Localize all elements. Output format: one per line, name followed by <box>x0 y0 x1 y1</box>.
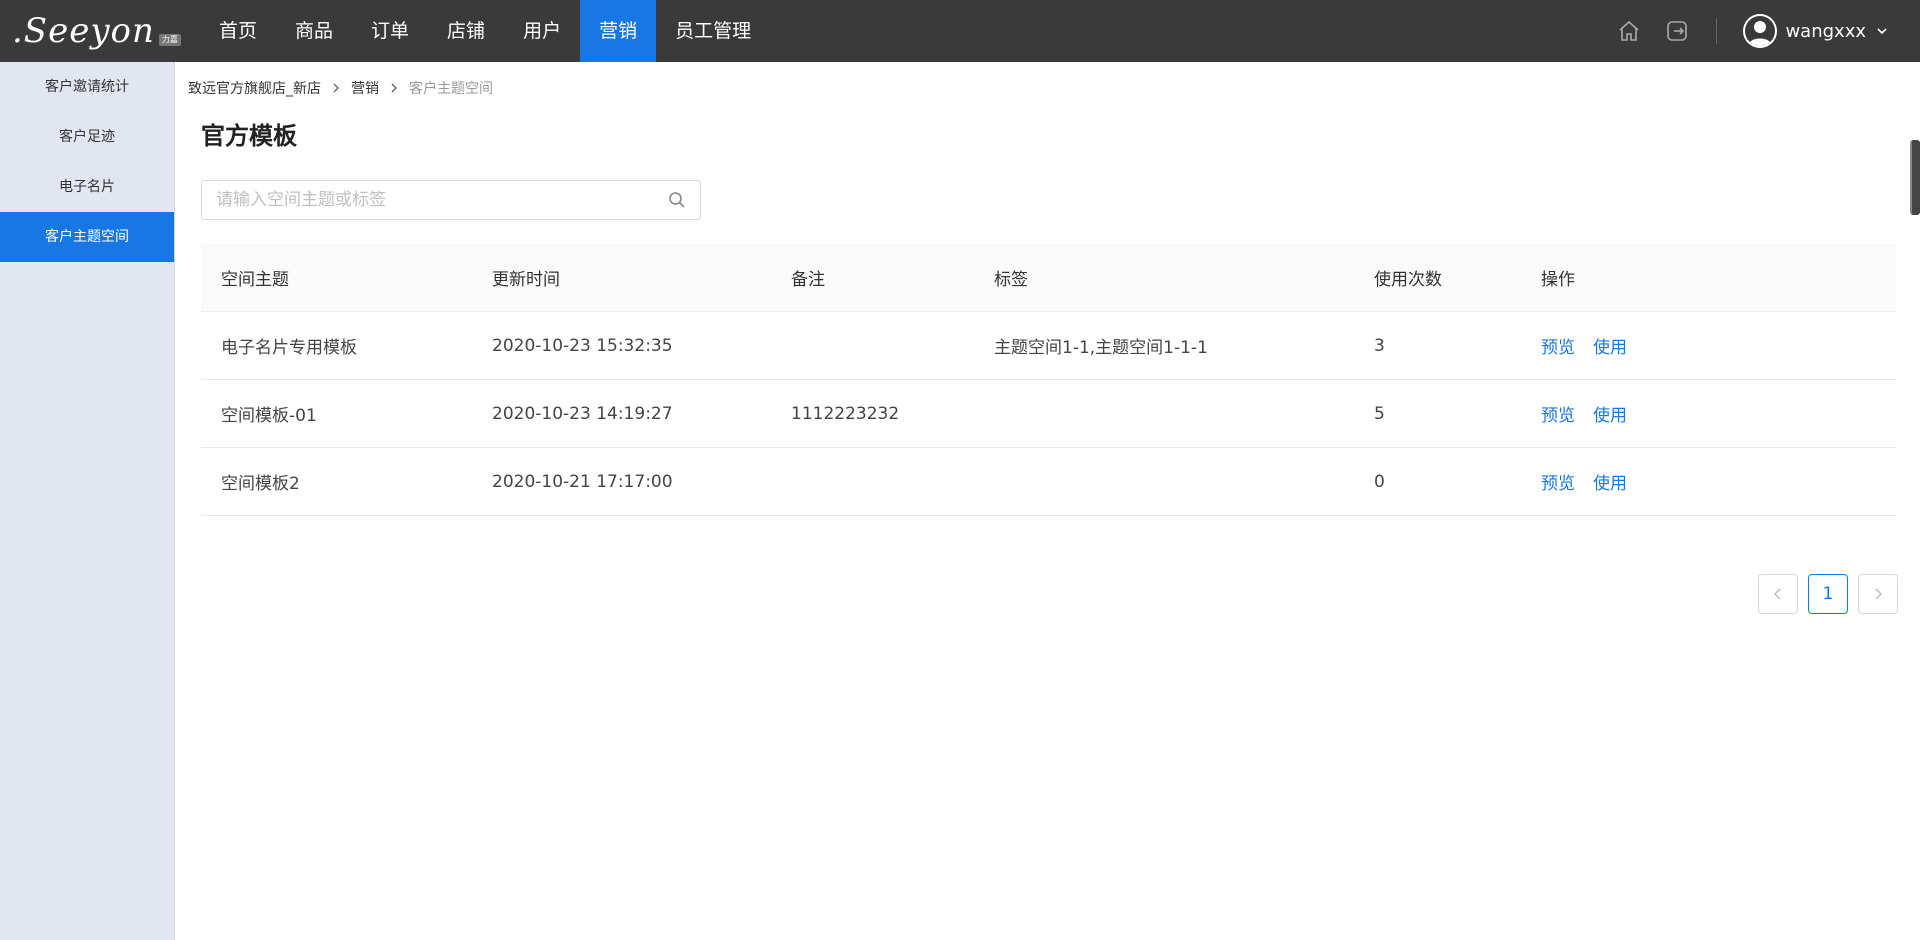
toolbar-divider <box>1716 18 1718 44</box>
sidebar-item-footprint[interactable]: 客户足迹 <box>0 112 174 162</box>
chevron-right-icon <box>389 83 399 93</box>
brand-logo[interactable]: .Seeyon 力嘉 <box>12 10 181 52</box>
cell-updated: 2020-10-23 14:19:27 <box>492 403 673 424</box>
prev-page-button[interactable] <box>1758 574 1798 614</box>
cell-count: 0 <box>1374 471 1385 492</box>
search-input[interactable] <box>202 181 642 219</box>
breadcrumb-current: 客户主题空间 <box>409 81 493 97</box>
logout-icon[interactable] <box>1664 18 1690 44</box>
cell-actions: 预览 使用 <box>1541 469 1645 494</box>
table-header: 空间主题 更新时间 备注 标签 使用次数 操作 <box>201 244 1896 312</box>
cell-count: 3 <box>1374 335 1385 356</box>
sidebar: 客户邀请统计 客户足迹 电子名片 客户主题空间 <box>0 62 175 940</box>
top-bar: .Seeyon 力嘉 首页 商品 订单 店铺 用户 营销 员工管理 wangxx… <box>0 0 1920 62</box>
cell-updated: 2020-10-21 17:17:00 <box>492 471 673 492</box>
nav-item-users[interactable]: 用户 <box>504 0 580 62</box>
cell-theme: 空间模板-01 <box>221 406 317 426</box>
sidebar-item-invite-stats[interactable]: 客户邀请统计 <box>0 62 174 112</box>
chevron-right-icon <box>1875 588 1882 600</box>
header-count: 使用次数 <box>1374 270 1442 290</box>
breadcrumb-section[interactable]: 营销 <box>351 78 379 98</box>
template-table: 空间主题 更新时间 备注 标签 使用次数 操作 电子名片专用模板 2020-10… <box>201 244 1896 516</box>
cell-note: 1112223232 <box>791 403 900 424</box>
home-icon[interactable] <box>1616 18 1642 44</box>
chevron-left-icon <box>1774 588 1781 600</box>
nav-item-products[interactable]: 商品 <box>276 0 352 62</box>
pagination: 1 <box>1748 574 1898 614</box>
breadcrumb: 致远官方旗舰店_新店 营销 客户主题空间 <box>188 78 493 98</box>
table-row: 空间模板2 2020-10-21 17:17:00 0 预览 使用 <box>201 448 1896 516</box>
brand-badge: 力嘉 <box>158 34 181 46</box>
cell-tags: 主题空间1-1,主题空间1-1-1 <box>994 338 1208 358</box>
chevron-down-icon[interactable] <box>1876 24 1890 38</box>
avatar[interactable] <box>1743 14 1778 48</box>
main-content: 致远官方旗舰店_新店 营销 客户主题空间 官方模板 空间主题 更新时间 备注 标… <box>176 62 1920 940</box>
cell-theme: 空间模板2 <box>221 474 300 494</box>
cell-theme: 电子名片专用模板 <box>221 338 357 358</box>
next-page-button[interactable] <box>1858 574 1898 614</box>
header-note: 备注 <box>791 270 825 290</box>
preview-link[interactable]: 预览 <box>1541 406 1575 426</box>
main-nav: 首页 商品 订单 店铺 用户 营销 员工管理 <box>200 0 770 62</box>
brand-name: .Seeyon <box>12 11 155 51</box>
header-tags: 标签 <box>994 270 1028 290</box>
nav-item-marketing[interactable]: 营销 <box>580 0 657 62</box>
page-number-button[interactable]: 1 <box>1808 574 1848 614</box>
nav-item-staff[interactable]: 员工管理 <box>656 0 770 62</box>
breadcrumb-store[interactable]: 致远官方旗舰店_新店 <box>188 78 321 98</box>
table-row: 电子名片专用模板 2020-10-23 15:32:35 主题空间1-1,主题空… <box>201 312 1896 380</box>
cell-actions: 预览 使用 <box>1541 401 1645 426</box>
chevron-right-icon <box>331 83 341 93</box>
username[interactable]: wangxxx <box>1785 21 1866 42</box>
sidebar-item-ecard[interactable]: 电子名片 <box>0 162 174 212</box>
nav-item-orders[interactable]: 订单 <box>352 0 428 62</box>
preview-link[interactable]: 预览 <box>1541 474 1575 494</box>
search-box <box>201 180 701 220</box>
header-updated: 更新时间 <box>492 270 560 290</box>
use-link[interactable]: 使用 <box>1593 338 1627 358</box>
page-title: 官方模板 <box>201 122 297 150</box>
cell-actions: 预览 使用 <box>1541 333 1645 358</box>
nav-item-home[interactable]: 首页 <box>200 0 276 62</box>
sidebar-item-theme-space[interactable]: 客户主题空间 <box>0 212 174 262</box>
header-theme: 空间主题 <box>221 270 289 290</box>
preview-link[interactable]: 预览 <box>1541 338 1575 358</box>
cell-updated: 2020-10-23 15:32:35 <box>492 335 673 356</box>
scrollbar-thumb[interactable] <box>1910 140 1920 215</box>
cell-count: 5 <box>1374 403 1385 424</box>
nav-item-stores[interactable]: 店铺 <box>428 0 504 62</box>
use-link[interactable]: 使用 <box>1593 406 1627 426</box>
table-row: 空间模板-01 2020-10-23 14:19:27 1112223232 5… <box>201 380 1896 448</box>
search-icon[interactable] <box>668 191 686 209</box>
use-link[interactable]: 使用 <box>1593 474 1627 494</box>
header-actions: 操作 <box>1541 270 1575 290</box>
top-right-tools: wangxxx <box>1616 0 1920 62</box>
